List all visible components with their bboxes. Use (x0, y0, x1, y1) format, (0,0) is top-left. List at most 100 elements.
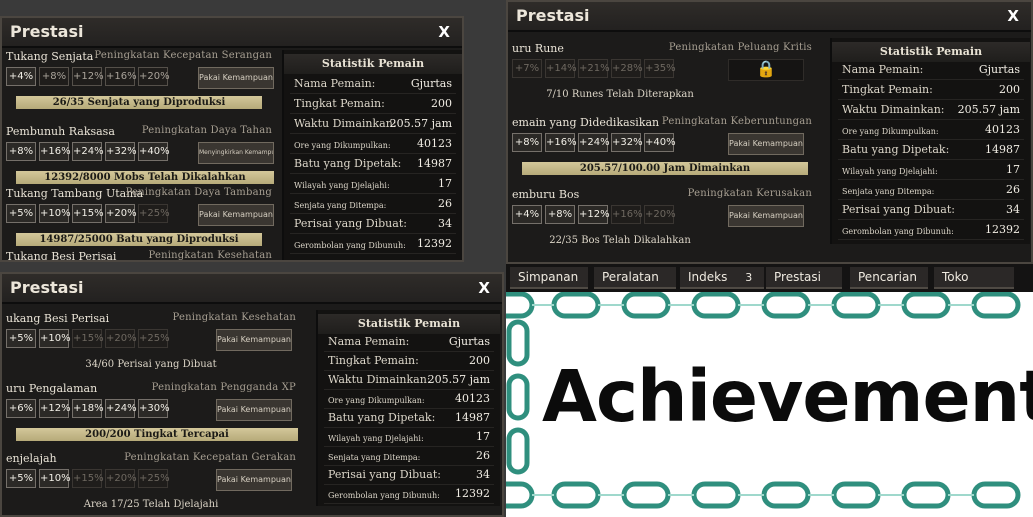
banner-title: Achievement (542, 355, 1033, 438)
stat-value: 14987 (417, 157, 452, 170)
level-button[interactable]: +32% (611, 133, 643, 152)
stat-value: 17 (438, 177, 452, 190)
level-button[interactable]: +5% (6, 329, 36, 348)
level-button[interactable]: +24% (72, 142, 104, 161)
window-title-bar: Prestasi X (2, 274, 502, 304)
level-button[interactable]: +8% (545, 205, 575, 224)
level-button[interactable]: +21% (578, 59, 610, 78)
use-ability-button[interactable]: Pakai Kemampuan (216, 469, 292, 491)
level-button[interactable]: +25% (138, 469, 170, 488)
level-button[interactable]: +18% (72, 399, 104, 418)
stat-value: 40123 (417, 137, 452, 150)
stat-label: Wilayah yang Djelajahi: (294, 181, 390, 190)
level-button[interactable]: +40% (138, 142, 170, 161)
level-button[interactable]: +4% (6, 67, 36, 86)
achievement-progress: 7/10 Runes Telah Diterapkan (546, 89, 694, 100)
achievement-bonus: Peningkatan Kecepatan Serangan (94, 50, 272, 61)
level-button[interactable]: +20% (105, 204, 137, 223)
use-ability-button[interactable]: Pakai Kemampuan (216, 399, 292, 421)
level-button[interactable]: +15% (72, 204, 104, 223)
achievement-bonus: Peningkatan Kerusakan (687, 188, 812, 199)
level-button[interactable]: +24% (578, 133, 610, 152)
stat-value: 26 (438, 197, 452, 210)
stat-row: Batu yang Dipetak: 14987 (290, 154, 456, 174)
stat-label: Ore yang Dikumpulkan: (842, 127, 939, 136)
stat-label: Nama Pemain: (294, 77, 376, 90)
tab-toko[interactable]: Toko (934, 267, 1014, 289)
tab-pencarian[interactable]: Pencarian (850, 267, 928, 289)
level-button[interactable]: +12% (72, 67, 104, 86)
level-button[interactable]: +35% (644, 59, 676, 78)
close-button[interactable]: X (478, 279, 490, 297)
level-button[interactable]: +20% (105, 469, 137, 488)
stat-value: 34 (476, 468, 490, 481)
level-button[interactable]: +8% (512, 133, 542, 152)
tab-simpanan[interactable]: Simpanan (510, 267, 588, 289)
stat-value: 12392 (417, 237, 452, 250)
achievement-bonus: Peningkatan Kesehatan (148, 250, 272, 260)
level-button[interactable]: +4% (512, 205, 542, 224)
use-ability-button[interactable]: Pakai Kemampuan (728, 133, 804, 155)
level-button[interactable]: +12% (39, 399, 71, 418)
tab-indeks[interactable]: Indeks 3 (680, 267, 764, 289)
level-button[interactable]: +8% (39, 67, 69, 86)
stat-label: Gerombolan yang Dibunuh: (294, 241, 406, 250)
level-button[interactable]: +20% (138, 67, 170, 86)
level-button[interactable]: +32% (105, 142, 137, 161)
level-button[interactable]: +30% (138, 399, 170, 418)
level-button[interactable]: +16% (545, 133, 577, 152)
level-button[interactable]: +16% (611, 205, 643, 224)
level-button[interactable]: +10% (39, 329, 71, 348)
level-button[interactable]: +6% (6, 399, 36, 418)
achievement-name: ukang Besi Perisai (6, 312, 110, 325)
achievement-name: emburu Bos (512, 188, 580, 201)
achievement-progress: 200/200 Tingkat Tercapai (16, 428, 298, 441)
level-button[interactable]: +20% (105, 329, 137, 348)
use-ability-button[interactable]: Pakai Kemampuan (198, 204, 274, 226)
level-button[interactable]: +12% (578, 205, 610, 224)
stat-label: Ore yang Dikumpulkan: (294, 141, 391, 150)
close-button[interactable]: X (1007, 7, 1019, 25)
stat-value: 200 (469, 354, 490, 367)
stat-value: 26 (476, 449, 490, 462)
level-button[interactable]: +25% (138, 204, 170, 223)
tab-peralatan[interactable]: Peralatan (594, 267, 676, 289)
use-ability-button[interactable]: Pakai Kemampuan (728, 205, 804, 227)
level-button[interactable]: +14% (545, 59, 577, 78)
achievement-progress: 12392/8000 Mobs Telah Dikalahkan (16, 171, 274, 184)
level-button[interactable]: +10% (39, 204, 71, 223)
level-button[interactable]: +15% (72, 469, 104, 488)
level-button[interactable]: +28% (611, 59, 643, 78)
stat-label: Senjata yang Ditempa: (294, 201, 387, 210)
stat-value: 200 (999, 83, 1020, 96)
achievement-item: ukang Besi Perisai Peningkatan Kesehatan… (2, 312, 302, 392)
close-button[interactable]: X (438, 23, 450, 41)
level-button[interactable]: +24% (105, 399, 137, 418)
level-button[interactable]: +10% (39, 469, 71, 488)
stat-label: Nama Pemain: (842, 63, 924, 76)
stat-row: Waktu Dimainkan: 205.57 jam (324, 370, 494, 390)
use-ability-button[interactable]: Pakai Kemampuan (198, 67, 274, 89)
achievement-name: enjelajah (6, 452, 57, 465)
level-button[interactable]: +16% (39, 142, 71, 161)
level-button[interactable]: +40% (644, 133, 676, 152)
remove-ability-button[interactable]: Menyingkirkan Kemampuan (198, 142, 274, 164)
stat-row: Perisai yang Dibuat: 34 (838, 200, 1024, 220)
level-button[interactable]: +8% (6, 142, 36, 161)
level-button[interactable]: +7% (512, 59, 542, 78)
stat-row: Batu yang Dipetak: 14987 (838, 140, 1024, 160)
stat-value: 17 (476, 430, 490, 443)
level-button[interactable]: +25% (138, 329, 170, 348)
level-button[interactable]: +5% (6, 204, 36, 223)
level-button[interactable]: +15% (72, 329, 104, 348)
level-button[interactable]: +20% (644, 205, 676, 224)
achievement-banner: Achievement (506, 292, 1033, 517)
use-ability-button[interactable]: Pakai Kemampuan (216, 329, 292, 351)
level-button[interactable]: +5% (6, 469, 36, 488)
achievement-list: Tukang Senjata Peningkatan Kecepatan Ser… (2, 50, 278, 260)
stat-label: Tingkat Pemain: (842, 83, 933, 96)
level-button[interactable]: +16% (105, 67, 137, 86)
stat-row: Waktu Dimainkan: 205.57 jam (838, 100, 1024, 120)
tab-prestasi[interactable]: Prestasi (766, 267, 842, 289)
stat-value: 14987 (455, 411, 490, 424)
